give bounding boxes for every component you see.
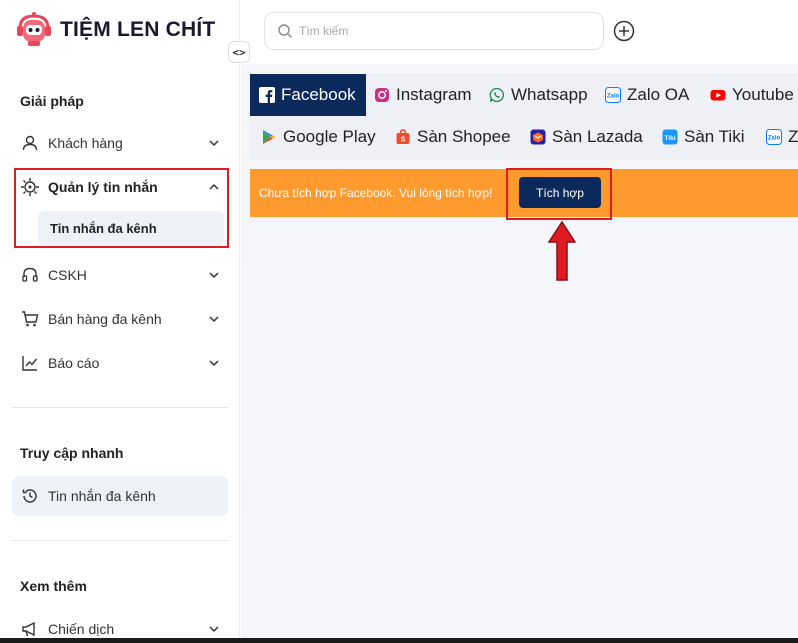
sidebar: TIỆM LEN CHÍT Giải pháp Khách hàng Quản …	[0, 0, 240, 643]
search-input[interactable]	[299, 24, 579, 38]
tab-google-play[interactable]: Google Play	[252, 116, 386, 158]
tab-facebook[interactable]: Facebook	[250, 74, 366, 116]
sidebar-item-label: Khách hàng	[48, 135, 123, 151]
cart-icon	[20, 309, 40, 329]
sidebar-item-customer-care[interactable]: CSKH	[12, 255, 228, 295]
sidebar-collapse-button[interactable]: <>	[228, 41, 250, 63]
robot-headset-logo-icon	[14, 10, 54, 50]
user-icon	[20, 133, 40, 153]
search-icon	[278, 24, 292, 38]
sidebar-item-customers[interactable]: Khách hàng	[12, 123, 228, 163]
svg-text:Zalo: Zalo	[607, 94, 620, 100]
taskbar-strip	[0, 638, 798, 643]
facebook-icon	[259, 87, 275, 103]
section-title-see-more: Xem thêm	[20, 578, 87, 594]
tab-zalo-truncated[interactable]: Zalo Z	[757, 116, 798, 158]
sidebar-divider	[12, 407, 228, 408]
headset-icon	[20, 265, 40, 285]
tiki-icon: Tiki	[662, 129, 678, 145]
tab-label: Whatsapp	[511, 85, 588, 104]
section-title-solutions: Giải pháp	[20, 93, 84, 109]
shopee-icon: S	[395, 129, 411, 145]
brand-logo[interactable]: TIỆM LEN CHÍT	[14, 8, 215, 52]
tab-zalo-oa[interactable]: Zalo Zalo OA	[596, 74, 699, 116]
svg-text:S: S	[401, 137, 406, 144]
tab-tiki[interactable]: Tiki Sàn Tiki	[653, 116, 754, 158]
chart-icon	[20, 353, 40, 373]
tab-label: Sàn Shopee	[417, 127, 511, 146]
whatsapp-icon	[489, 87, 505, 103]
annotation-highlight-sidebar	[14, 168, 229, 248]
history-icon	[20, 486, 40, 506]
tab-label: Youtube	[732, 85, 794, 104]
tab-whatsapp[interactable]: Whatsapp	[480, 74, 598, 116]
quick-item-label: Tin nhắn đa kênh	[48, 488, 156, 504]
lazada-icon	[530, 129, 546, 145]
tab-instagram[interactable]: Instagram	[365, 74, 482, 116]
svg-text:Zalo: Zalo	[768, 136, 781, 142]
sidebar-item-label: Bán hàng đa kênh	[48, 311, 162, 327]
tab-shopee[interactable]: S Sàn Shopee	[386, 116, 521, 158]
integrate-button[interactable]: Tích hợp	[519, 177, 601, 208]
search-box[interactable]	[264, 12, 604, 50]
tab-label: Facebook	[281, 85, 356, 104]
youtube-icon	[710, 87, 726, 103]
section-title-quick-access: Truy cập nhanh	[20, 445, 124, 461]
brand-name: TIỆM LEN CHÍT	[60, 18, 216, 41]
tab-label: Z	[788, 127, 798, 146]
tab-label: Sàn Tiki	[684, 127, 745, 146]
zalo-icon: Zalo	[605, 87, 621, 103]
chevron-down-icon	[209, 140, 219, 147]
tab-label: Instagram	[396, 85, 472, 104]
app-root: TIỆM LEN CHÍT Giải pháp Khách hàng Quản …	[0, 0, 798, 643]
channel-tabs: Facebook Instagram Whatsapp Zalo Zalo OA	[250, 74, 798, 160]
chevron-down-icon	[209, 626, 219, 633]
svg-text:Tiki: Tiki	[664, 135, 675, 142]
instagram-icon	[374, 87, 390, 103]
banner-message: Chưa tích hợp Facebook. Vui lòng tích hợ…	[259, 186, 493, 200]
google-play-icon	[261, 129, 277, 145]
main-content: Facebook Instagram Whatsapp Zalo Zalo OA	[241, 64, 798, 643]
tab-label: Google Play	[283, 127, 376, 146]
add-circle-icon[interactable]	[613, 20, 635, 42]
sidebar-item-multichannel-sales[interactable]: Bán hàng đa kênh	[12, 299, 228, 339]
sidebar-item-label: Báo cáo	[48, 355, 100, 371]
tab-youtube[interactable]: Youtube	[701, 74, 798, 116]
sidebar-divider	[12, 540, 228, 541]
chevron-down-icon	[209, 272, 219, 279]
chevron-down-icon	[209, 360, 219, 367]
megaphone-icon	[20, 619, 40, 639]
sidebar-item-reports[interactable]: Báo cáo	[12, 343, 228, 383]
zalo-icon: Zalo	[766, 129, 782, 145]
annotation-arrow-icon	[547, 220, 577, 281]
tab-label: Zalo OA	[627, 85, 690, 104]
chevron-down-icon	[209, 316, 219, 323]
tab-label: Sàn Lazada	[552, 127, 643, 146]
sidebar-item-label: CSKH	[48, 267, 87, 283]
tab-lazada[interactable]: Sàn Lazada	[521, 116, 653, 158]
sidebar-item-label: Chiến dịch	[48, 621, 115, 637]
quick-access-multichannel-messages[interactable]: Tin nhắn đa kênh	[12, 476, 228, 516]
